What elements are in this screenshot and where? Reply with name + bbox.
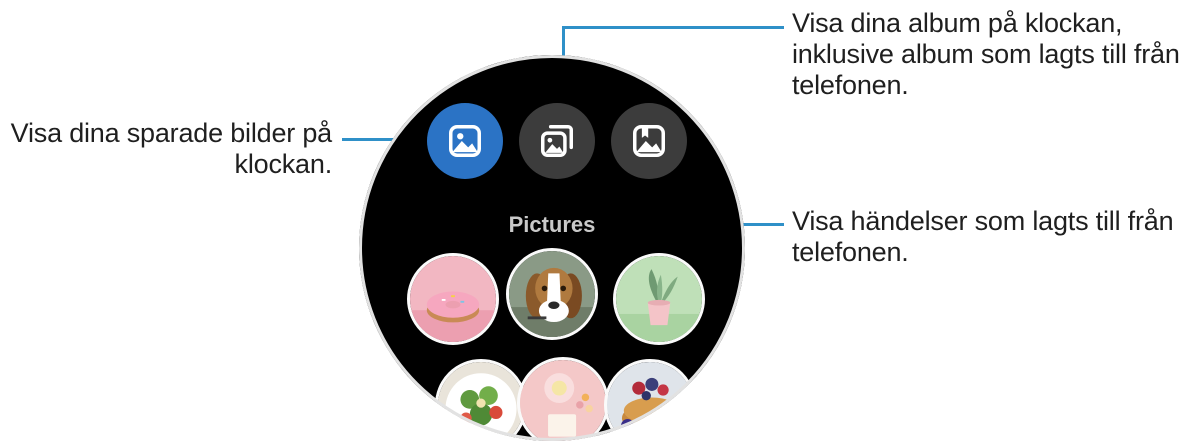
- thumbnail-plant[interactable]: [613, 253, 705, 345]
- thumbnail-pancakes[interactable]: [604, 359, 696, 441]
- picture-icon: [449, 125, 481, 157]
- callout-line: Visa dina sparade bilder på: [10, 118, 333, 148]
- thumbnail-donut[interactable]: [407, 253, 499, 345]
- watch-screen: Pictures: [359, 55, 745, 441]
- stories-icon: [633, 125, 665, 157]
- table-photo: [520, 360, 606, 441]
- donut-photo: [410, 256, 496, 342]
- callout-line: telefonen.: [792, 70, 909, 100]
- thumbnail-salad[interactable]: [435, 359, 527, 441]
- pancakes-photo: [607, 362, 693, 441]
- salad-photo: [438, 362, 524, 441]
- beagle-photo: [509, 251, 595, 337]
- thumbnail-beagle[interactable]: [506, 248, 598, 340]
- thumbnail-table[interactable]: [517, 357, 609, 441]
- callout-line: klockan.: [234, 149, 333, 179]
- section-title: Pictures: [508, 212, 596, 237]
- tab-pictures[interactable]: [427, 103, 503, 179]
- callout-line: Visa händelser som lagts till från: [792, 206, 1174, 236]
- albums-icon: [541, 125, 573, 157]
- tab-albums[interactable]: [519, 103, 595, 179]
- callout-line: telefonen.: [792, 237, 909, 267]
- callout-line: inklusive album som lagts till från: [792, 39, 1180, 69]
- leader-line-albums: [562, 26, 784, 29]
- callout-albums: Visa dina album på klockan, inklusive al…: [792, 8, 1203, 101]
- plant-photo: [616, 256, 702, 342]
- callout-line: Visa dina album på klockan,: [792, 8, 1123, 38]
- callout-saved-pictures: Visa dina sparade bilder på klockan.: [0, 118, 333, 180]
- tab-stories[interactable]: [611, 103, 687, 179]
- callout-stories: Visa händelser som lagts till från telef…: [792, 206, 1203, 268]
